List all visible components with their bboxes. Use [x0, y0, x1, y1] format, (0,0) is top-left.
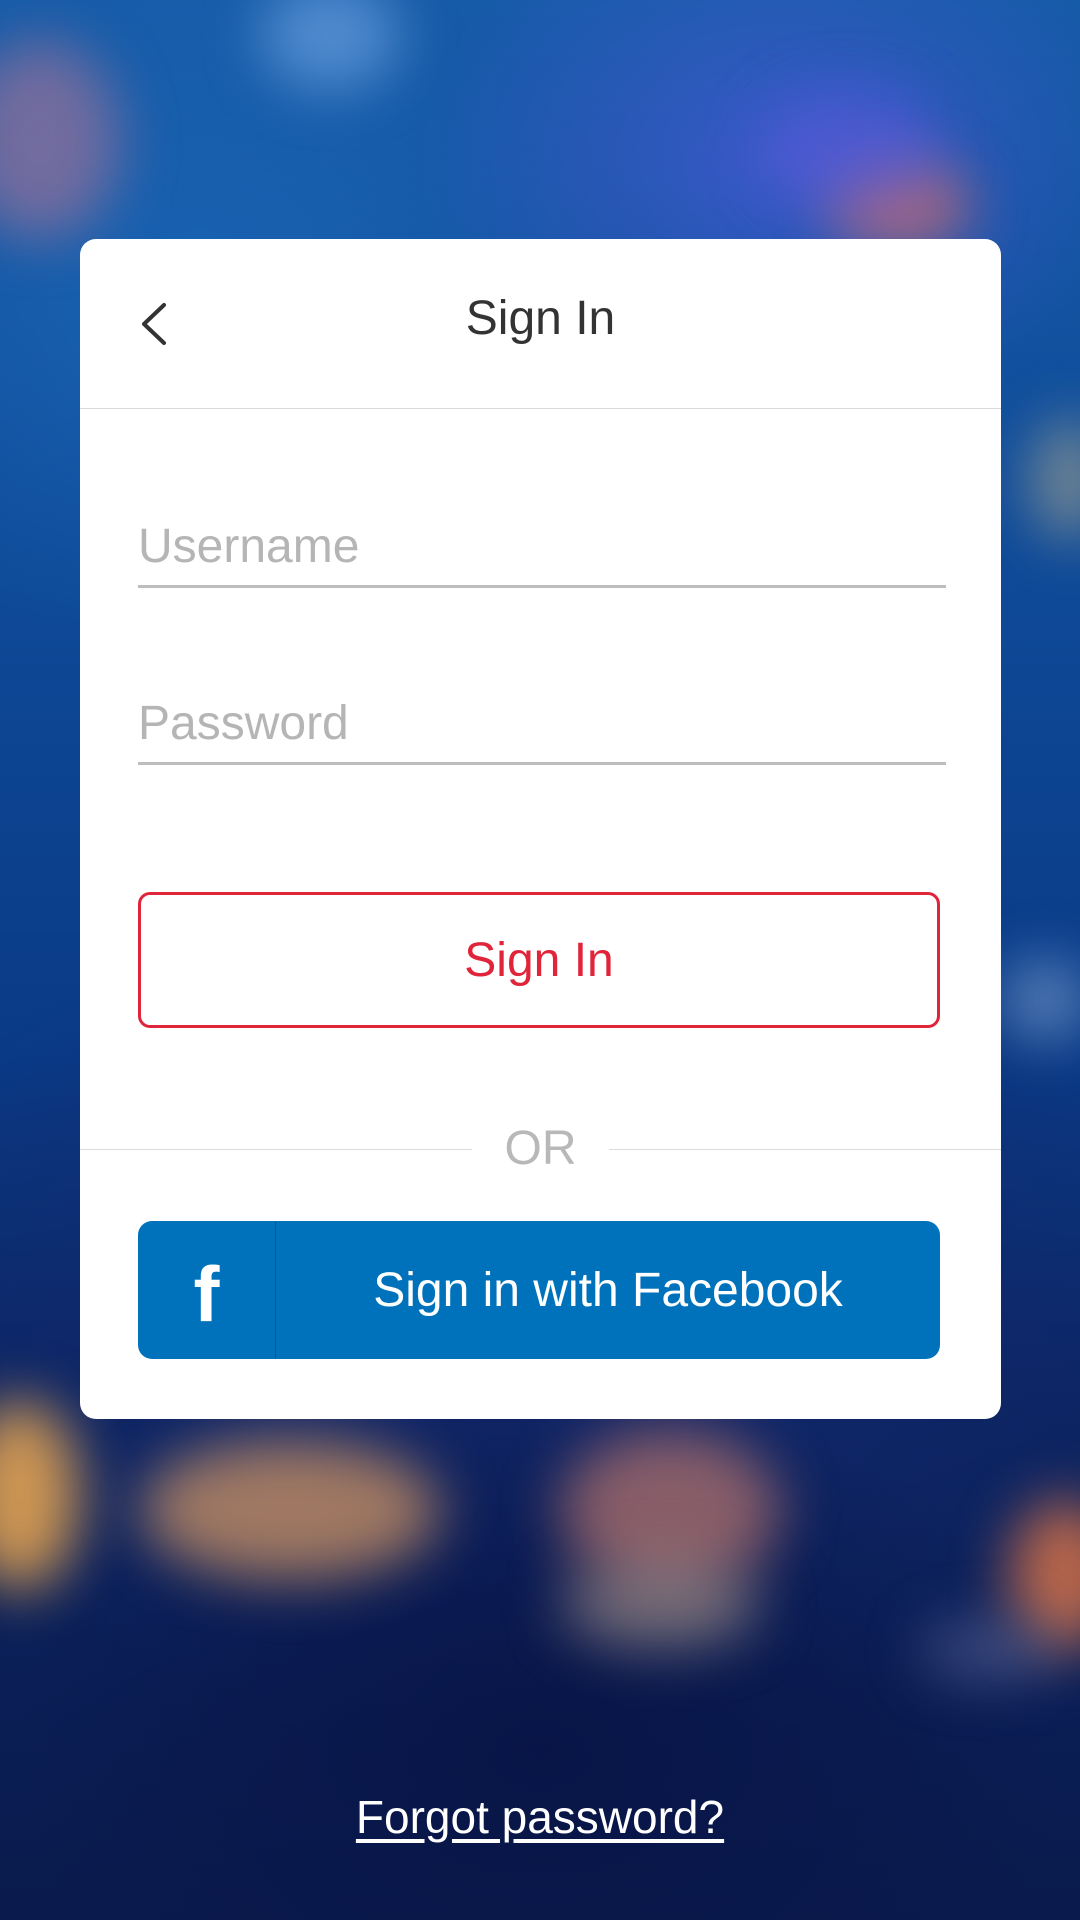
password-input[interactable]	[138, 685, 946, 765]
or-divider: OR	[80, 1109, 1001, 1189]
bokeh-light	[1030, 420, 1080, 540]
card-header: Sign In	[80, 239, 1001, 409]
bokeh-light	[260, 0, 400, 90]
bokeh-light	[140, 1440, 440, 1580]
forgot-password-link[interactable]: Forgot password?	[0, 1790, 1080, 1844]
page-title: Sign In	[465, 292, 616, 345]
bokeh-light	[1000, 960, 1080, 1040]
facebook-signin-label: Sign in with Facebook	[373, 1264, 843, 1317]
signin-card: Sign In Sign In OR f Sign in with Facebo…	[80, 239, 1001, 1419]
bokeh-light	[0, 40, 120, 240]
divider-line	[609, 1149, 1001, 1150]
facebook-icon: f	[193, 1250, 220, 1338]
username-input[interactable]	[138, 508, 946, 588]
facebook-icon-container: f	[138, 1221, 276, 1359]
bokeh-light	[0, 1400, 80, 1590]
facebook-signin-button[interactable]: f Sign in with Facebook	[138, 1221, 940, 1359]
bokeh-light	[920, 1620, 1060, 1680]
bokeh-light	[560, 1560, 760, 1650]
bokeh-light	[760, 90, 940, 210]
signin-button[interactable]: Sign In	[138, 892, 940, 1028]
